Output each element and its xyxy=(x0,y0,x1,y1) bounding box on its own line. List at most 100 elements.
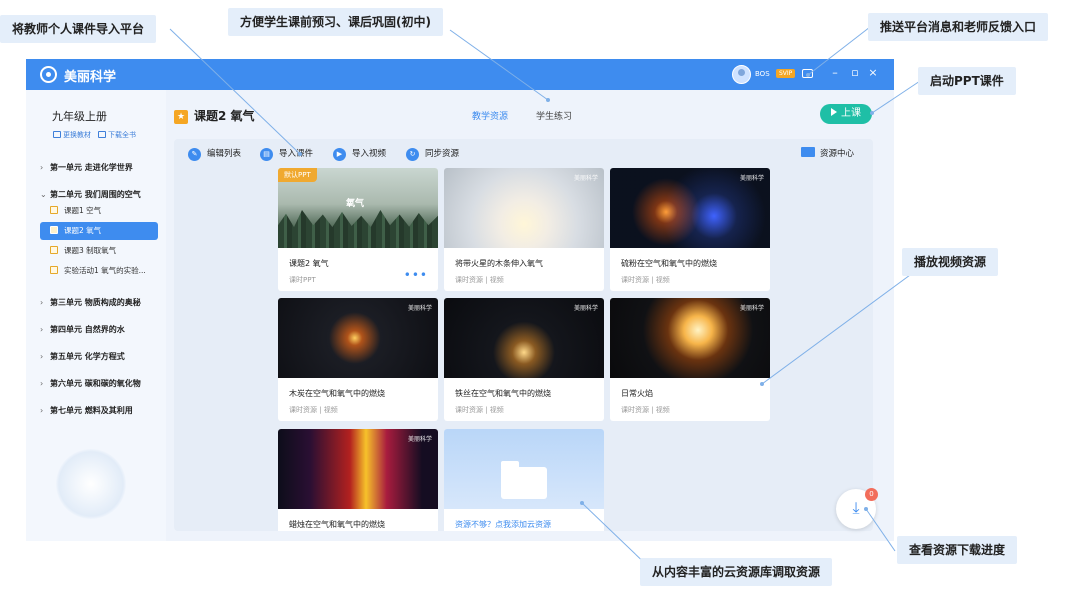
resource-card-video[interactable]: 美丽科学 铁丝在空气和氧气中的燃烧 课时资源 | 视频 xyxy=(444,298,604,421)
sidebar: 九年级上册 更换教材 下载全书 › 第一单元 走进化学世界 ⌄ 第二单元 我们周围的… xyxy=(26,90,166,541)
lesson-item[interactable]: 课题1 空气 xyxy=(40,202,158,220)
card-meta: 课时资源 | 视频 xyxy=(455,276,504,284)
sidebar-links: 更换教材 下载全书 xyxy=(53,130,136,140)
thumbnail-title: 氧气 xyxy=(346,199,365,209)
cloud-folder-icon xyxy=(501,461,547,499)
resource-card-video[interactable]: 美丽科学 木炭在空气和氧气中的燃烧 课时资源 | 视频 xyxy=(278,298,438,421)
lesson-item[interactable]: 课题3 制取氧气 xyxy=(40,242,158,260)
card-title: 日常火焰 xyxy=(621,389,653,398)
download-icon: ⤓ xyxy=(852,498,860,517)
unit-item[interactable]: › 第七单元 燃料及其利用 xyxy=(40,405,133,416)
callout-preview-review: 方便学生课前预习、课后巩固(初中) xyxy=(228,8,443,36)
sync-icon: ↻ xyxy=(406,148,419,161)
sync-resources-button[interactable]: ↻ 同步资源 xyxy=(406,147,459,161)
card-meta: 课时资源 | 视频 xyxy=(455,406,504,414)
add-cloud-resource-link[interactable]: 资源不够？点我添加云资源 xyxy=(455,519,551,530)
card-title: 将带火星的木条伸入氧气 xyxy=(455,259,543,268)
username[interactable]: BOS xyxy=(755,70,770,78)
callout-cloud-library: 从内容丰富的云资源库调取资源 xyxy=(640,558,833,586)
lesson-icon xyxy=(50,206,58,214)
play-icon xyxy=(831,108,837,116)
lesson-icon xyxy=(50,226,58,234)
sidebar-decoration xyxy=(56,449,126,519)
title-bar: 美丽科学 BOS SVIP – ▫ × xyxy=(26,59,894,90)
resource-card-video[interactable]: 美丽科学 蜡烛在空气和氧气中的燃烧 xyxy=(278,429,438,531)
grade-title: 九年级上册 xyxy=(52,110,107,123)
download-all-link[interactable]: 下载全书 xyxy=(98,130,136,140)
brand-watermark: 美丽科学 xyxy=(407,305,432,312)
chevron-right-icon: › xyxy=(40,406,44,415)
unit-item[interactable]: › 第四单元 自然界的水 xyxy=(40,324,125,335)
more-options-icon[interactable]: ••• xyxy=(404,268,428,282)
callout-import-courseware: 将教师个人课件导入平台 xyxy=(0,15,157,43)
cloud-thumbnail xyxy=(444,429,604,509)
card-meta: 课时PPT xyxy=(289,276,316,284)
tab-teaching-resources[interactable]: 教学资源 xyxy=(472,109,508,122)
avatar[interactable] xyxy=(732,65,751,84)
brand-watermark: 美丽科学 xyxy=(407,436,432,443)
resource-center-button[interactable]: 资源中心 xyxy=(801,147,854,161)
card-title: 木炭在空气和氧气中的燃烧 xyxy=(289,389,385,398)
callout-download-progress: 查看资源下载进度 xyxy=(897,536,1018,564)
star-icon: ★ xyxy=(174,110,188,124)
document-icon: ▤ xyxy=(260,148,273,161)
card-title: 蜡烛在空气和氧气中的燃烧 xyxy=(289,520,385,529)
brand-watermark: 美丽科学 xyxy=(573,175,598,182)
card-title: 课题2 氧气 xyxy=(289,259,329,268)
brand-watermark: 美丽科学 xyxy=(573,305,598,312)
cloud-download-icon xyxy=(98,131,106,138)
lesson-item-active[interactable]: 课题2 氧气 xyxy=(40,222,158,240)
edit-list-button[interactable]: ✎ 编辑列表 xyxy=(188,147,241,161)
unit-item[interactable]: › 第一单元 走进化学世界 xyxy=(40,162,133,173)
resource-card-video[interactable]: 美丽科学 日常火焰 课时资源 | 视频 xyxy=(610,298,770,421)
chevron-right-icon: › xyxy=(40,352,44,361)
chevron-right-icon: › xyxy=(40,379,44,388)
maximize-button[interactable]: ▫ xyxy=(848,66,862,79)
callout-play-video: 播放视频资源 xyxy=(902,248,999,276)
minimize-button[interactable]: – xyxy=(828,66,842,79)
app-logo-icon xyxy=(40,66,57,83)
lesson-item[interactable]: 实验活动1 氧气的实验... xyxy=(40,262,158,280)
unit-item[interactable]: › 第五单元 化学方程式 xyxy=(40,351,125,362)
vip-badge: SVIP xyxy=(776,69,796,78)
chevron-right-icon: › xyxy=(40,163,44,172)
book-icon xyxy=(53,131,61,138)
default-ppt-tag: 默认PPT xyxy=(278,168,317,182)
lesson-title: ★ 课题2 氧气 xyxy=(174,107,255,124)
card-title: 铁丝在空气和氧气中的燃烧 xyxy=(455,389,551,398)
lesson-icon xyxy=(50,246,58,254)
callout-start-ppt: 启动PPT课件 xyxy=(918,67,1016,95)
video-icon: ▶ xyxy=(333,148,346,161)
message-icon[interactable] xyxy=(802,69,813,78)
resource-card-video[interactable]: 美丽科学 硫粉在空气和氧气中的燃烧 课时资源 | 视频 xyxy=(610,168,770,291)
chevron-right-icon: › xyxy=(40,298,44,307)
change-book-link[interactable]: 更换教材 xyxy=(53,130,91,140)
brand-watermark: 美丽科学 xyxy=(739,175,764,182)
start-class-button[interactable]: 上课 xyxy=(820,104,872,124)
app-window: 美丽科学 BOS SVIP – ▫ × 九年级上册 更换教材 下载全书 › 第一单… xyxy=(26,59,894,541)
tab-student-practice[interactable]: 学生练习 xyxy=(536,109,572,122)
unit-item[interactable]: › 第六单元 碳和碳的氧化物 xyxy=(40,378,141,389)
lesson-icon xyxy=(50,266,58,274)
app-title: 美丽科学 xyxy=(64,70,117,85)
resource-card-video[interactable]: 美丽科学 将带火星的木条伸入氧气 课时资源 | 视频 xyxy=(444,168,604,291)
chevron-right-icon: › xyxy=(40,325,44,334)
resource-card-ppt[interactable]: 默认PPT 氧气 课题2 氧气 课时PPT ••• xyxy=(278,168,438,291)
chevron-down-icon: ⌄ xyxy=(40,190,47,199)
add-cloud-resource-card[interactable]: 资源不够？点我添加云资源 xyxy=(444,429,604,531)
import-video-button[interactable]: ▶ 导入视频 xyxy=(333,147,386,161)
card-meta: 课时资源 | 视频 xyxy=(621,406,670,414)
edit-icon: ✎ xyxy=(188,148,201,161)
card-meta: 课时资源 | 视频 xyxy=(289,406,338,414)
resource-panel: ✎ 编辑列表 ▤ 导入课件 ▶ 导入视频 ↻ 同步资源 资源中心 默认PPT 氧气 课题… xyxy=(174,139,873,531)
unit-item[interactable]: › 第三单元 物质构成的奥秘 xyxy=(40,297,141,308)
folder-icon xyxy=(801,147,815,157)
import-courseware-button[interactable]: ▤ 导入课件 xyxy=(260,147,313,161)
card-meta: 课时资源 | 视频 xyxy=(621,276,670,284)
callout-push-feedback: 推送平台消息和老师反馈入口 xyxy=(868,13,1049,41)
card-title: 硫粉在空气和氧气中的燃烧 xyxy=(621,259,717,268)
brand-watermark: 美丽科学 xyxy=(739,305,764,312)
close-button[interactable]: × xyxy=(866,66,880,79)
download-count-badge: 0 xyxy=(865,488,878,501)
unit-item[interactable]: ⌄ 第二单元 我们周围的空气 xyxy=(40,189,141,200)
